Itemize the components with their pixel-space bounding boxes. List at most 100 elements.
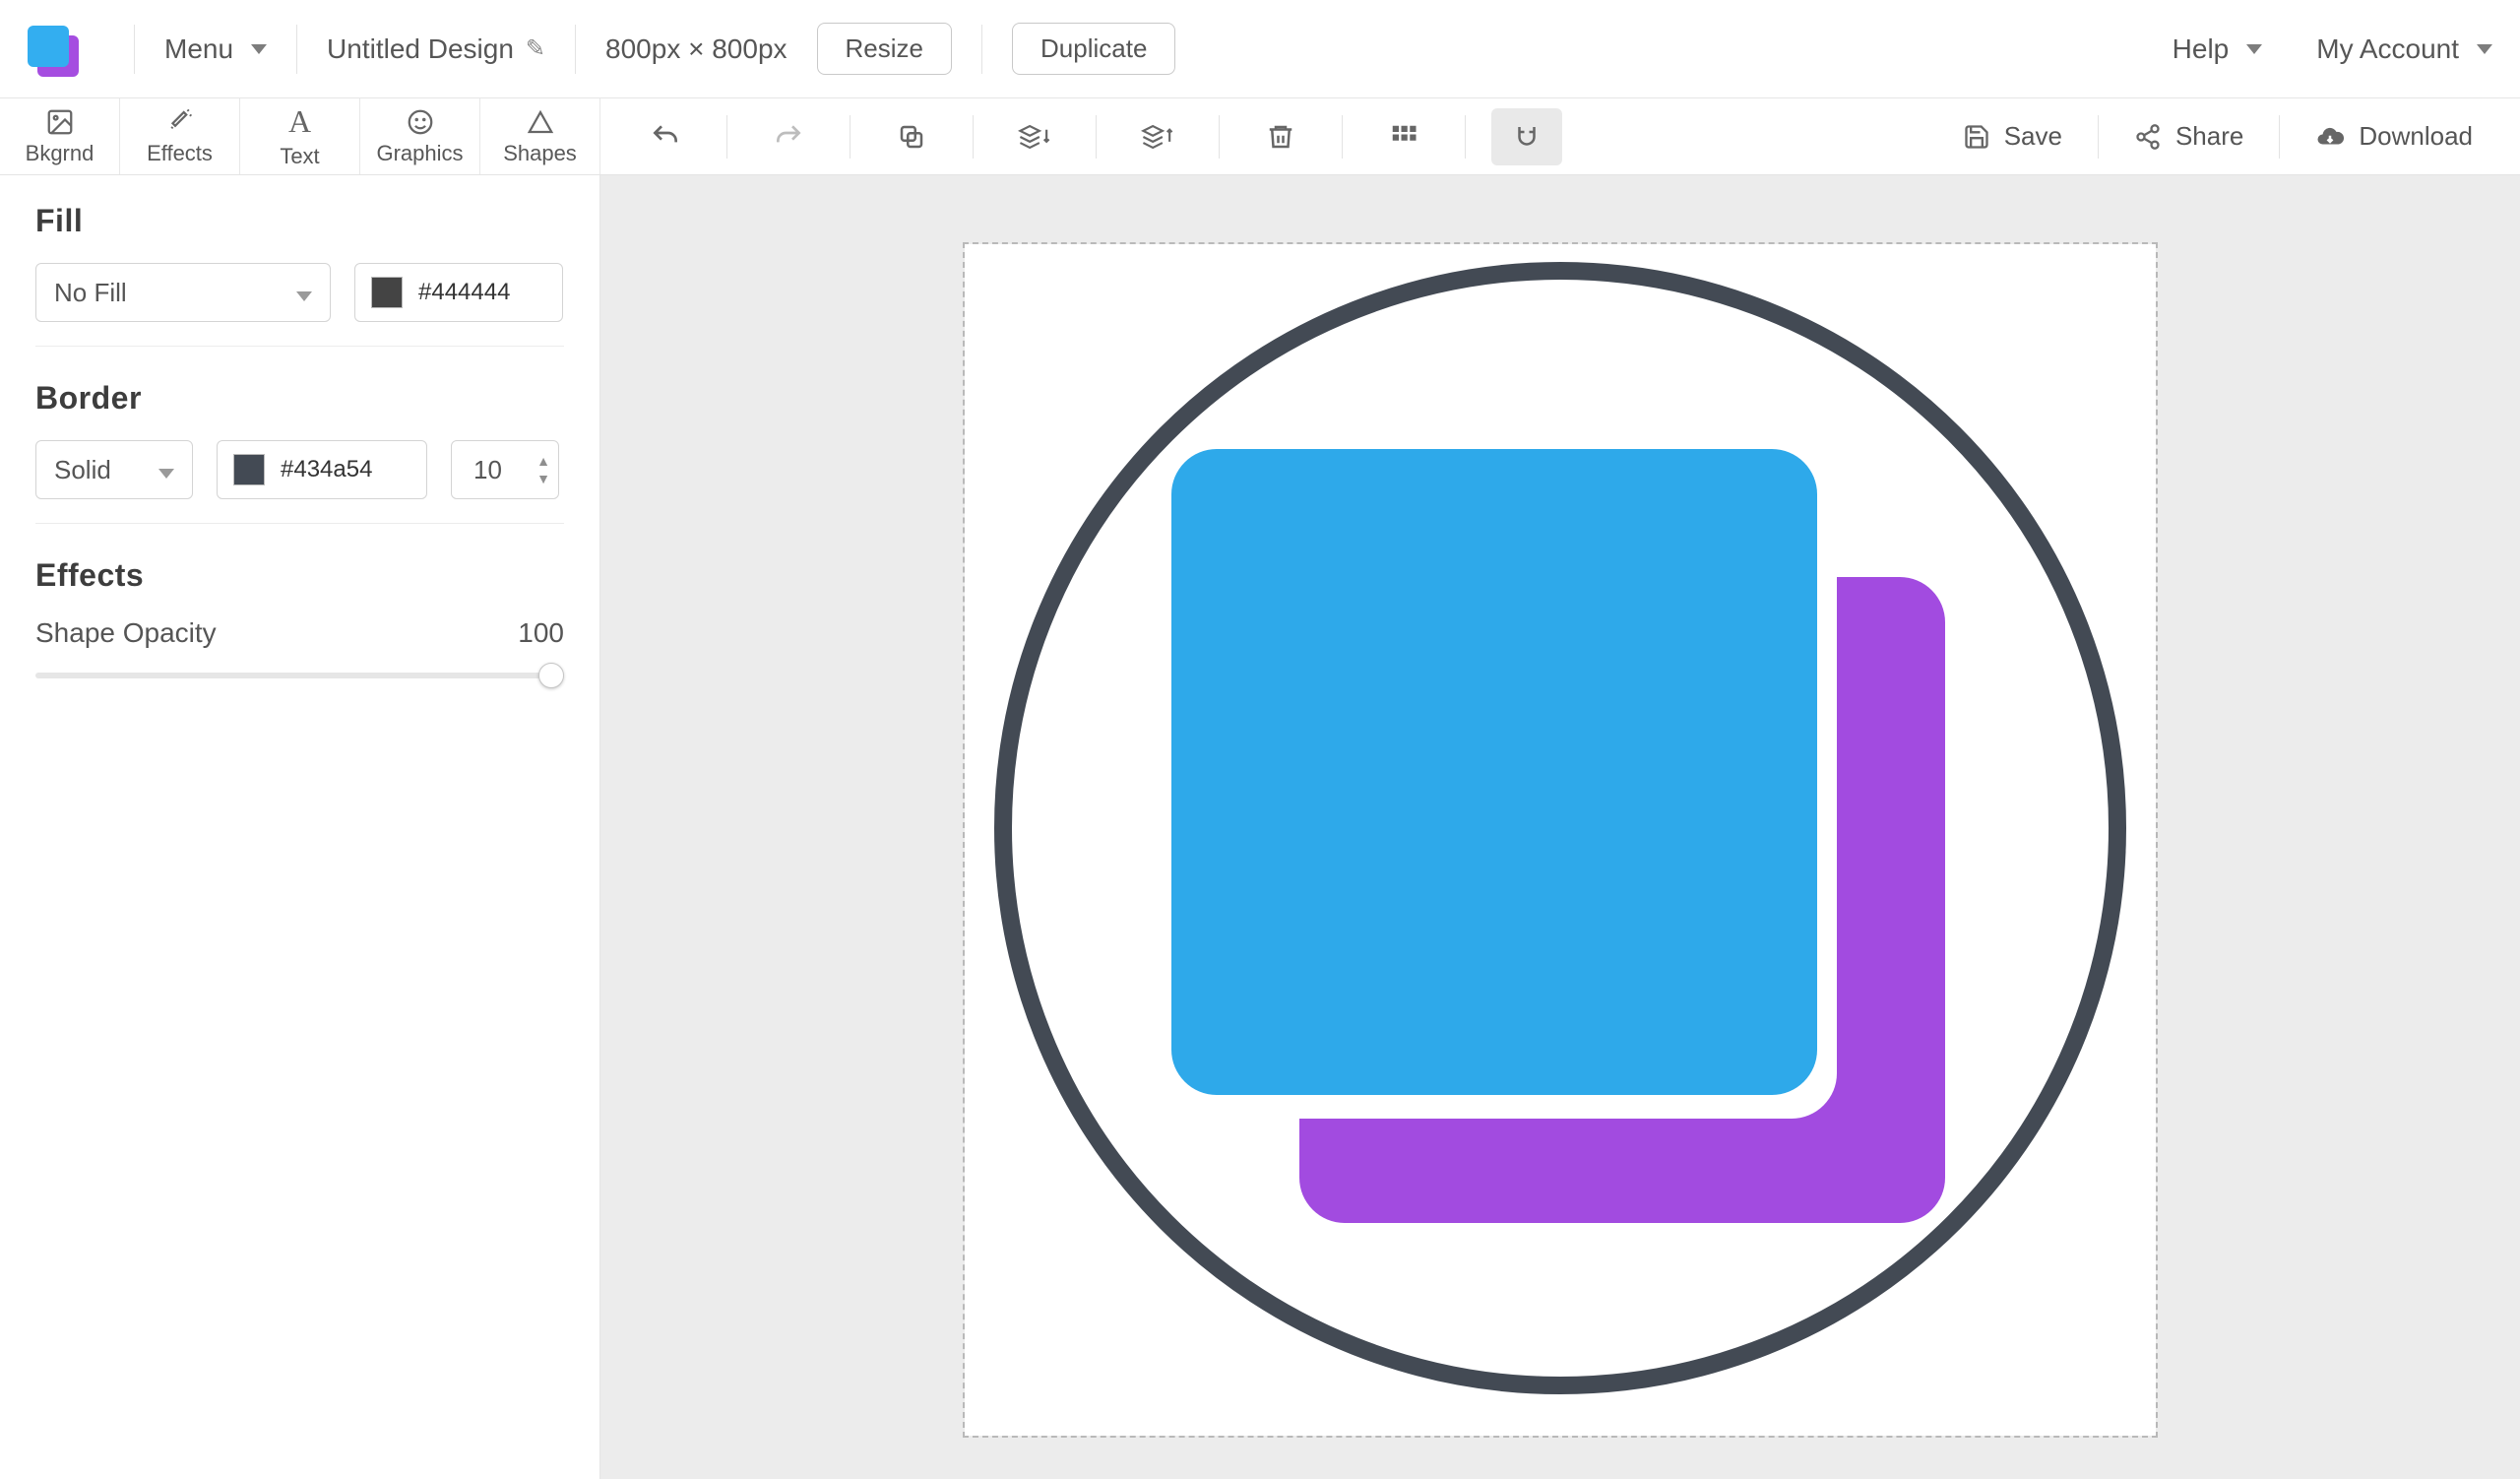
opacity-row: Shape Opacity 100 (35, 617, 564, 649)
help-dropdown[interactable]: Help (2173, 33, 2263, 65)
opacity-slider[interactable] (35, 667, 564, 682)
grid-button[interactable] (1368, 108, 1439, 165)
download-button[interactable]: Download (2298, 108, 2490, 165)
redo-icon (773, 121, 804, 153)
toolbar: Bkgrnd Effects A Text Graphics Shapes (0, 98, 2520, 175)
app-logo[interactable] (28, 26, 75, 73)
separator (1096, 115, 1097, 159)
action-area: Save Share Download (600, 98, 2520, 174)
canvas-dimensions: 800px × 800px (605, 33, 788, 65)
slider-track (35, 673, 564, 678)
duplicate-button[interactable]: Duplicate (1012, 23, 1175, 75)
border-swatch (233, 454, 265, 485)
undo-button[interactable] (630, 108, 701, 165)
layer-up-button[interactable] (1122, 108, 1193, 165)
wand-icon (165, 107, 195, 137)
divider (575, 25, 576, 74)
design-title-group[interactable]: Untitled Design ✎ (327, 33, 545, 65)
account-label: My Account (2316, 33, 2459, 65)
opacity-label: Shape Opacity (35, 617, 217, 649)
fill-swatch (371, 277, 403, 308)
separator (726, 115, 727, 159)
border-color-hex: #434a54 (281, 456, 372, 483)
spin-up-icon[interactable]: ▲ (536, 454, 550, 468)
design-title: Untitled Design (327, 33, 514, 65)
share-icon (2134, 123, 2162, 151)
share-button[interactable]: Share (2116, 108, 2261, 165)
save-icon (1963, 123, 1990, 151)
tab-label: Effects (147, 141, 213, 166)
undo-icon (650, 121, 681, 153)
menu-dropdown[interactable]: Menu (164, 33, 267, 65)
smile-icon (406, 107, 435, 137)
chevron-down-icon (158, 455, 174, 485)
spinner: ▲ ▼ (536, 454, 550, 485)
resize-button[interactable]: Resize (817, 23, 952, 75)
layer-down-button[interactable] (999, 108, 1070, 165)
border-title: Border (35, 380, 564, 417)
image-icon (45, 107, 75, 137)
triangle-icon (526, 107, 555, 137)
save-button[interactable]: Save (1945, 108, 2080, 165)
border-width-input[interactable]: 10 ▲ ▼ (451, 440, 559, 499)
slider-thumb[interactable] (538, 663, 564, 688)
border-style-select[interactable]: Solid (35, 440, 193, 499)
help-label: Help (2173, 33, 2230, 65)
tab-label: Graphics (376, 141, 463, 166)
text-icon: A (288, 103, 311, 140)
separator (1465, 115, 1466, 159)
tab-label: Bkgrnd (26, 141, 94, 166)
divider (981, 25, 982, 74)
artboard[interactable] (965, 244, 2156, 1436)
fill-mode-value: No Fill (54, 278, 127, 308)
separator (1342, 115, 1343, 159)
separator (2279, 115, 2280, 159)
share-label: Share (2175, 121, 2243, 152)
snap-button[interactable] (1491, 108, 1562, 165)
separator (1219, 115, 1220, 159)
tab-shapes[interactable]: Shapes (480, 98, 600, 174)
divider (35, 523, 564, 524)
trash-icon (1266, 122, 1295, 152)
spin-down-icon[interactable]: ▼ (536, 472, 550, 485)
tab-graphics[interactable]: Graphics (360, 98, 480, 174)
tab-effects[interactable]: Effects (120, 98, 240, 174)
fill-color-input[interactable]: #444444 (354, 263, 563, 322)
border-color-input[interactable]: #434a54 (217, 440, 427, 499)
copy-button[interactable] (876, 108, 947, 165)
dimensions-text: 800px × 800px (605, 33, 788, 65)
fill-mode-select[interactable]: No Fill (35, 263, 331, 322)
pencil-icon: ✎ (526, 34, 545, 63)
tab-text[interactable]: A Text (240, 98, 360, 174)
account-dropdown[interactable]: My Account (2316, 33, 2492, 65)
topbar-right: Help My Account (2173, 33, 2492, 65)
border-width-value: 10 (473, 455, 502, 485)
canvas-area[interactable] (600, 175, 2520, 1479)
save-label: Save (2004, 121, 2062, 152)
divider (296, 25, 297, 74)
download-label: Download (2359, 121, 2473, 152)
properties-panel: Fill No Fill #444444 Border Solid #434a5… (0, 175, 600, 1479)
topbar: Menu Untitled Design ✎ 800px × 800px Res… (0, 0, 2520, 98)
magnet-icon (1512, 122, 1542, 152)
tab-label: Shapes (503, 141, 577, 166)
border-row: Solid #434a54 10 ▲ ▼ (35, 440, 564, 499)
divider (35, 346, 564, 347)
logo-front-square (28, 26, 69, 67)
delete-button[interactable] (1245, 108, 1316, 165)
opacity-value: 100 (518, 617, 564, 649)
copy-icon (897, 122, 926, 152)
redo-button[interactable] (753, 108, 824, 165)
fill-color-hex: #444444 (418, 279, 510, 306)
shape-circle[interactable] (994, 262, 2126, 1394)
fill-row: No Fill #444444 (35, 263, 564, 322)
tab-label: Text (280, 144, 319, 169)
menu-label: Menu (164, 33, 233, 65)
layers-up-icon (1141, 120, 1174, 154)
toolbar-right-cluster: Save Share Download (1945, 108, 2490, 165)
effects-title: Effects (35, 557, 564, 594)
main: Fill No Fill #444444 Border Solid #434a5… (0, 175, 2520, 1479)
separator (973, 115, 974, 159)
tab-background[interactable]: Bkgrnd (0, 98, 120, 174)
layers-down-icon (1018, 120, 1051, 154)
